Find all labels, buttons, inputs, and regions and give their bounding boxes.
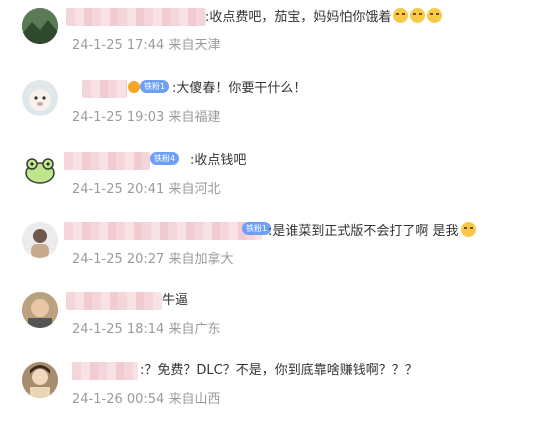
frog-avatar-icon[interactable]	[22, 152, 58, 188]
landscape-avatar-icon[interactable]	[22, 8, 58, 44]
fan-badge: 铁粉1	[242, 222, 272, 235]
emoji-icon	[427, 8, 443, 23]
blurred-username[interactable]	[82, 80, 127, 98]
crown-icon	[128, 81, 140, 93]
comment-text: :大傻春！你要干什么！	[172, 81, 307, 96]
cartoon-avatar-icon[interactable]	[22, 362, 58, 398]
comment-item: 铁粉1 :大傻春！你要干什么！ 24-1-25 19:03 来自福建	[0, 78, 540, 138]
comment-meta: 24-1-25 19:03 来自福建	[72, 110, 221, 125]
blurred-username[interactable]	[64, 152, 150, 170]
comment-meta: 24-1-25 17:44 来自天津	[72, 38, 221, 53]
blurred-username[interactable]	[66, 8, 206, 26]
comment-text: :？免费？DLC？不是，你到底靠啥赚钱啊？？？	[140, 363, 418, 378]
blurred-username[interactable]	[64, 222, 262, 240]
comment-meta: 24-1-25 18:14 来自广东	[72, 322, 221, 337]
emoji-icon	[460, 222, 476, 237]
emoji-icon	[393, 8, 409, 23]
comment-text: :收点费吧，茄宝，妈妈怕你饿着	[205, 8, 443, 27]
comment-text: :是谁菜到正式版不会打了啊 是我	[268, 222, 476, 241]
blurred-username[interactable]	[66, 292, 162, 310]
comment-item: :？免费？DLC？不是，你到底靠啥赚钱啊？？？ 24-1-26 00:54 来自…	[0, 360, 540, 420]
comment-item: :收点费吧，茄宝，妈妈怕你饿着 24-1-25 17:44 来自天津	[0, 6, 540, 66]
comment-text: 牛逼	[162, 293, 189, 308]
fan-badge: 铁粉1	[140, 80, 170, 93]
alpaca-avatar-icon[interactable]	[22, 80, 58, 116]
face-avatar-icon[interactable]	[22, 292, 58, 328]
comment-meta: 24-1-25 20:27 来自加拿大	[72, 252, 234, 267]
blurred-username[interactable]	[72, 362, 138, 380]
comment-meta: 24-1-26 00:54 来自山西	[72, 392, 221, 407]
comment-text: :收点钱吧	[190, 153, 247, 168]
person-avatar-icon[interactable]	[22, 222, 58, 258]
emoji-icon	[410, 8, 426, 23]
comment-item: 牛逼 24-1-25 18:14 来自广东	[0, 290, 540, 350]
comment-meta: 24-1-25 20:41 来自河北	[72, 182, 221, 197]
comment-item: 铁粉4 :收点钱吧 24-1-25 20:41 来自河北	[0, 150, 540, 210]
comment-item: 铁粉1 :是谁菜到正式版不会打了啊 是我 24-1-25 20:27 来自加拿大	[0, 220, 540, 280]
fan-badge: 铁粉4	[150, 152, 180, 165]
